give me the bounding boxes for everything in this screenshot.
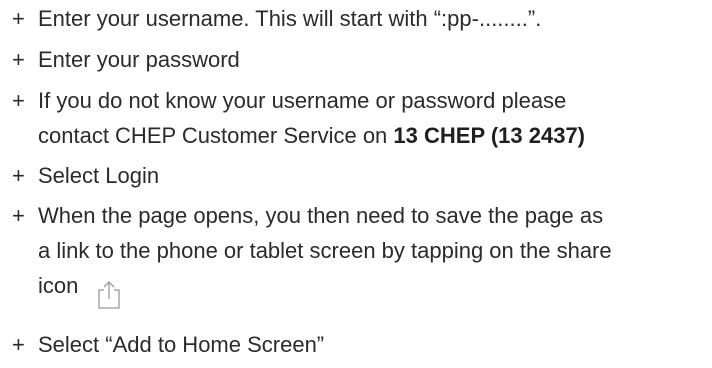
list-item-continuation: a link to the phone or tablet screen by … <box>12 234 612 268</box>
list-item: + Enter your username. This will start wi… <box>12 2 541 36</box>
item-text: icon <box>38 273 79 298</box>
bullet: + <box>12 6 25 31</box>
bullet: + <box>12 203 25 228</box>
share-icon <box>98 281 120 309</box>
bullet: + <box>12 47 25 72</box>
bullet: + <box>12 88 25 113</box>
bullet: + <box>12 163 25 188</box>
item-text: When the page opens, you then need to sa… <box>38 203 604 228</box>
instruction-list: + Enter your username. This will start wi… <box>0 0 712 368</box>
item-text: Enter your username. This will start wit… <box>38 6 542 31</box>
list-item: + Select Login <box>12 159 159 193</box>
customer-service-phone: 13 CHEP (13 2437) <box>393 123 586 148</box>
item-text: Select “Add to Home Screen” <box>38 332 325 357</box>
item-text: Select Login <box>38 163 160 188</box>
bullet: + <box>12 332 25 357</box>
list-item: + When the page opens, you then need to s… <box>12 199 603 233</box>
item-text: contact CHEP Customer Service on <box>38 123 394 148</box>
list-item: + Select “Add to Home Screen” <box>12 328 324 362</box>
list-item: + Enter your password <box>12 43 240 77</box>
item-text: If you do not know your username or pass… <box>38 88 567 113</box>
list-item-continuation: icon <box>12 269 78 303</box>
item-text: Enter your password <box>38 47 240 72</box>
list-item: + If you do not know your username or pas… <box>12 84 566 118</box>
list-item-continuation: contact CHEP Customer Service on 13 CHEP… <box>12 119 585 153</box>
item-text: a link to the phone or tablet screen by … <box>38 238 612 263</box>
